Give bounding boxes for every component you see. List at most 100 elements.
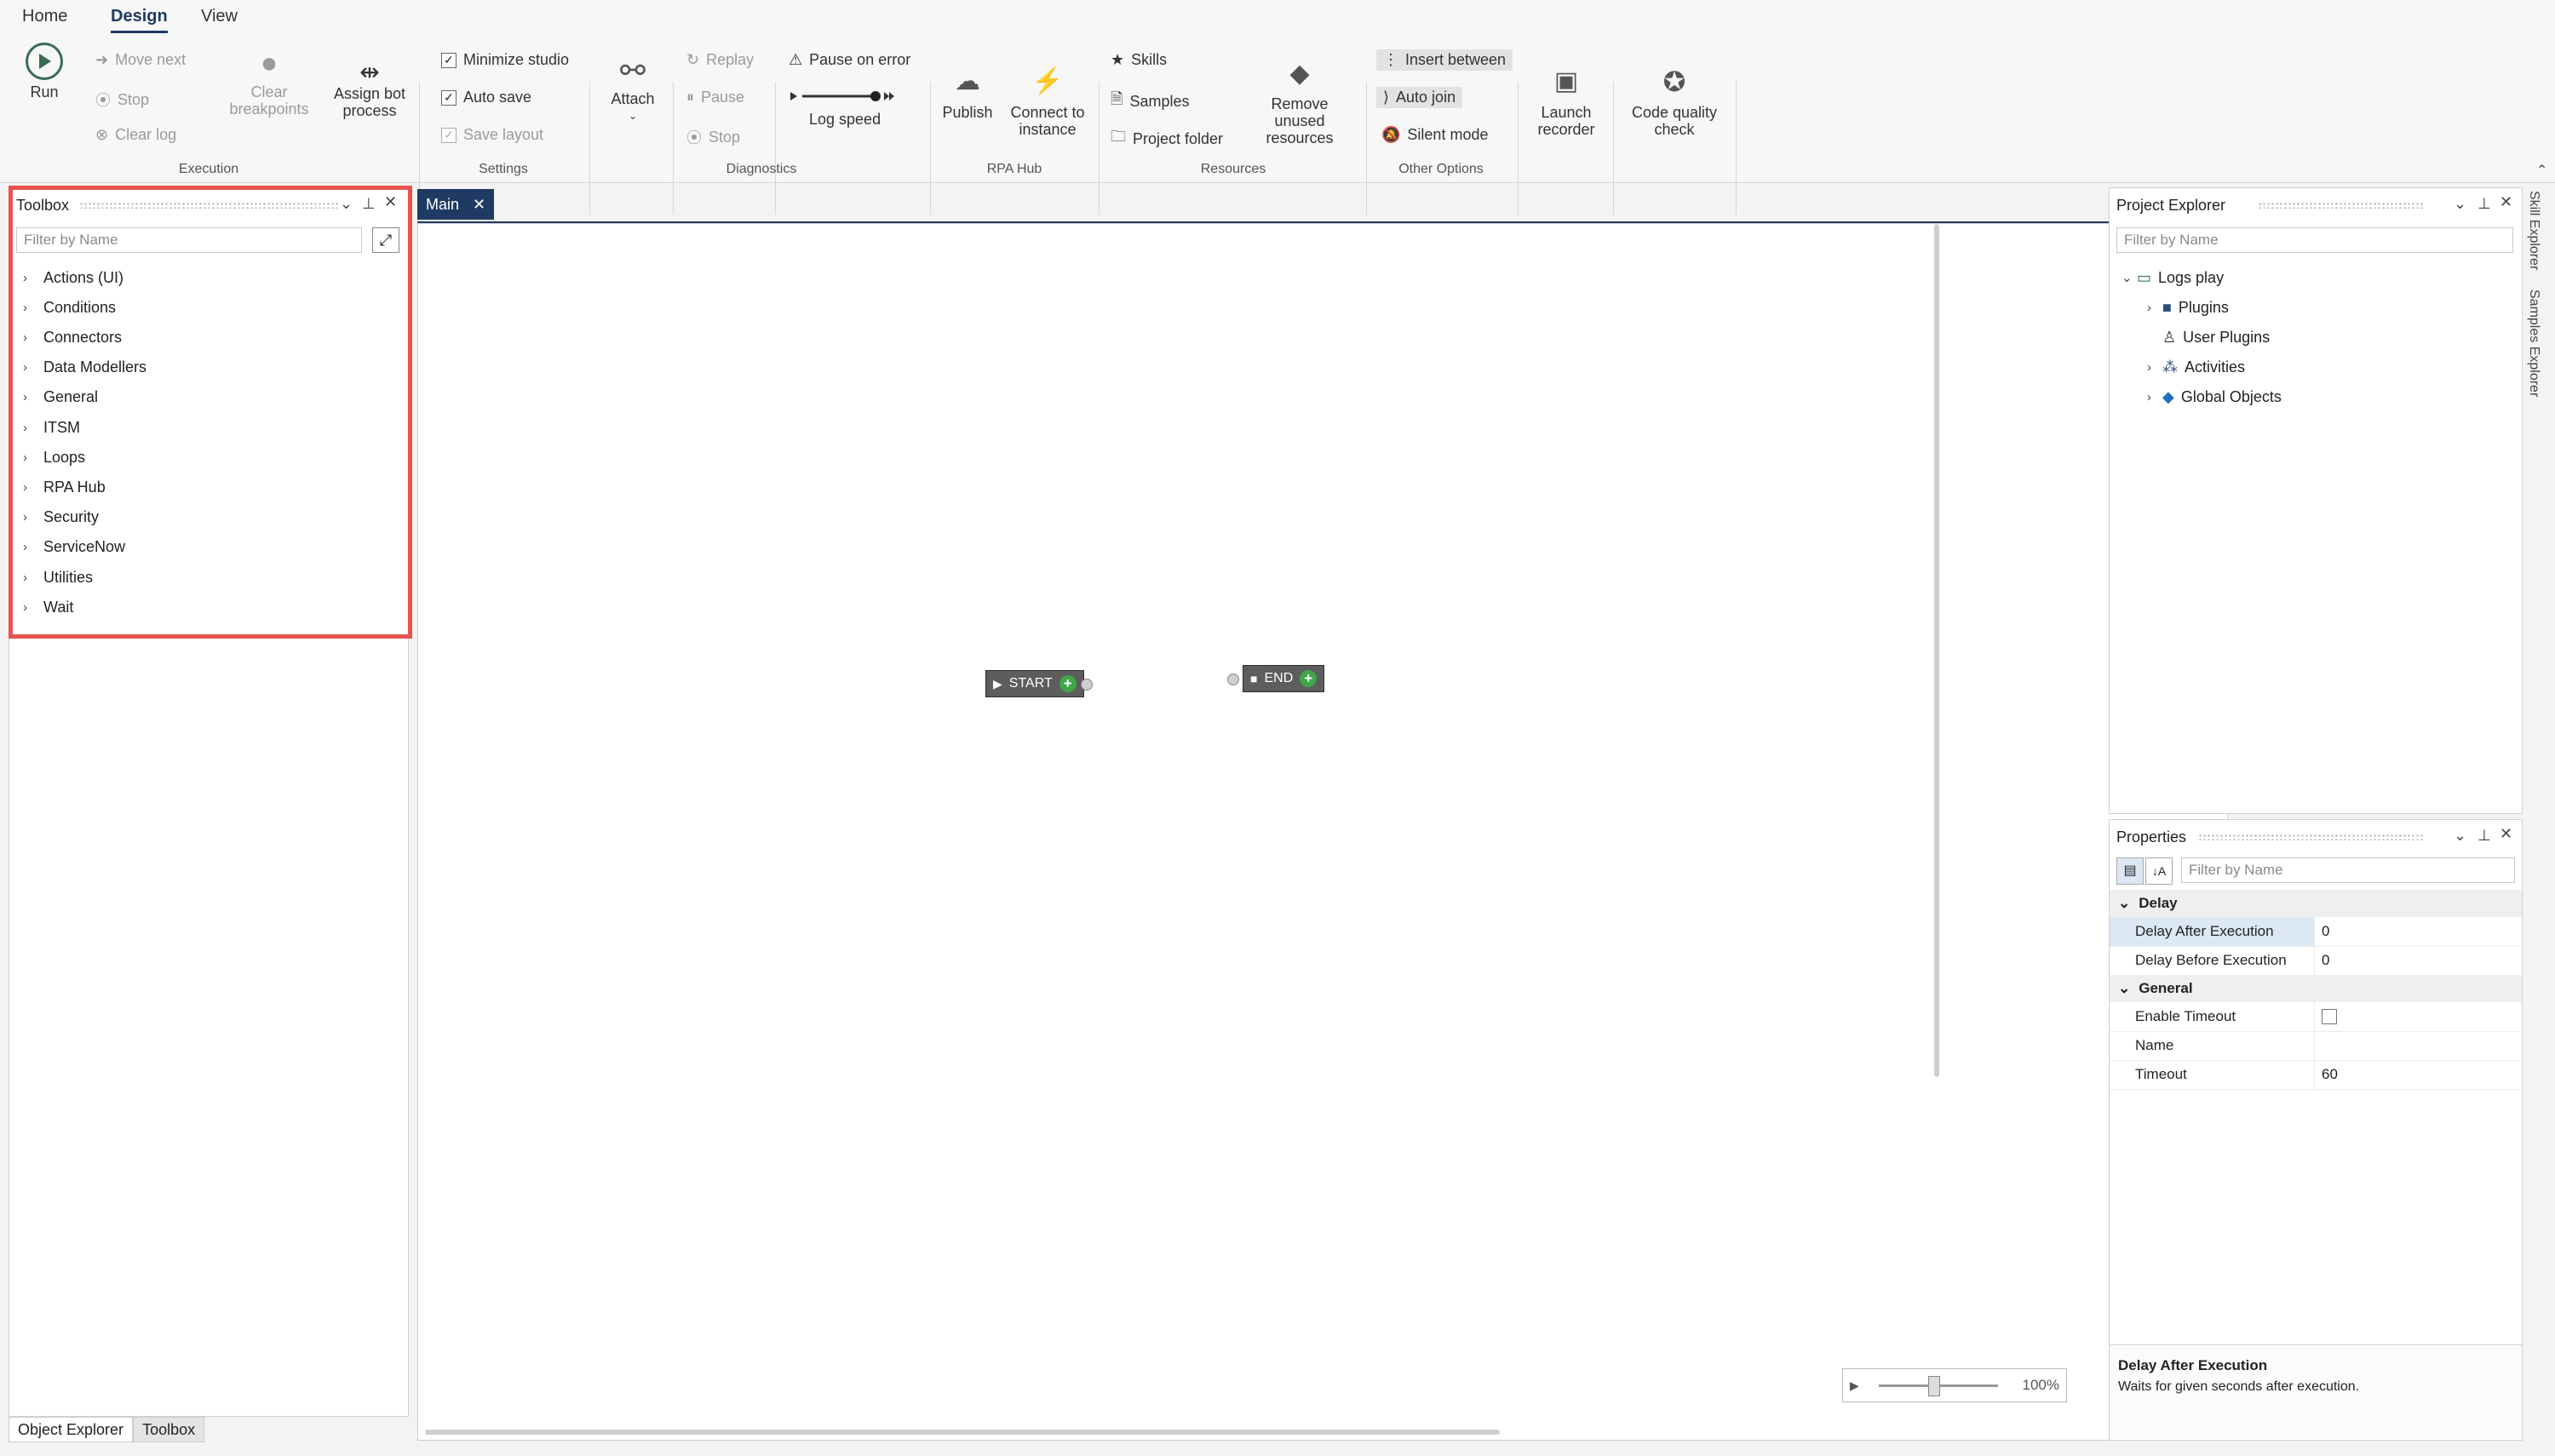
code-quality-check-button[interactable]: ✪ Code quality check [1622, 60, 1727, 138]
drag-grip[interactable] [2258, 202, 2425, 209]
prop-enable-timeout[interactable]: Enable Timeout [2110, 1002, 2522, 1032]
chevron-down-icon[interactable]: ⌄ [2122, 270, 2133, 285]
auto-join-toggle[interactable]: ⟩ Auto join [1376, 87, 1463, 108]
tree-item-plugins[interactable]: › ■ Plugins [2147, 295, 2229, 320]
sort-alpha-icon[interactable]: ↓A [2145, 857, 2173, 885]
vertical-scrollbar[interactable] [1934, 224, 1939, 1077]
tab-view[interactable]: View [201, 7, 238, 26]
project-folder-button[interactable]: 🗀 Project folder [1111, 126, 1223, 152]
chevron-down-icon[interactable]: ⌄ [2118, 895, 2130, 912]
silent-mode-toggle[interactable]: 🔕 Silent mode [1381, 126, 1488, 144]
end-node[interactable]: ■ END + [1243, 665, 1325, 692]
samples-button[interactable]: 🗎 Samples [1111, 89, 1190, 114]
pin-icon[interactable]: ⊥ [2477, 195, 2491, 213]
video-camera-icon: ▣ [1553, 67, 1579, 95]
chevron-right-icon[interactable]: › [2147, 360, 2156, 375]
prop-delay-before[interactable]: Delay Before Execution 0 [2110, 946, 2522, 976]
pin-icon[interactable]: ⊥ [2477, 827, 2491, 845]
categorized-icon[interactable]: ▤ [2116, 857, 2144, 885]
drag-grip[interactable] [2198, 834, 2425, 840]
tab-home[interactable]: Home [22, 7, 67, 26]
assign-bot-button[interactable]: ⇹ Assign bot process [327, 60, 412, 120]
bottom-tab-strip: Object Explorer Toolbox [9, 1417, 205, 1442]
category-delay[interactable]: ⌄ Delay [2110, 890, 2522, 917]
connect-instance-button[interactable]: ⚡ Connect to instance [1003, 60, 1092, 138]
enable-timeout-checkbox[interactable] [2322, 1009, 2337, 1024]
close-icon[interactable]: ✕ [473, 196, 485, 214]
prop-name: Timeout [2135, 1066, 2187, 1082]
save-layout-label: Save layout [463, 126, 544, 143]
paperclip-icon: ⚯ [619, 53, 646, 88]
join-icon: ⟩ [1383, 89, 1390, 106]
dropdown-icon[interactable]: ⌄ [2454, 827, 2466, 845]
chevron-down-icon[interactable]: ⌄ [2118, 980, 2130, 997]
tab-toolbox[interactable]: Toolbox [133, 1417, 205, 1442]
close-icon[interactable]: ✕ [2500, 825, 2512, 843]
skills-button[interactable]: ★ Skills [1111, 51, 1167, 69]
chevron-down-icon: ⌄ [628, 110, 638, 122]
prop-name: Enable Timeout [2135, 1008, 2236, 1024]
clear-breakpoints-button[interactable]: ● Clear breakpoints [220, 44, 319, 118]
prop-timeout[interactable]: Timeout 60 [2110, 1060, 2522, 1090]
start-node[interactable]: ▶ START + [985, 670, 1084, 697]
pause-on-error-toggle[interactable]: ⚠ Pause on error [789, 51, 910, 69]
tree-item-activities[interactable]: › ⁂ Activities [2147, 354, 2245, 380]
category-general[interactable]: ⌄ General [2110, 975, 2522, 1002]
play-icon[interactable]: ▶ [1850, 1379, 1859, 1393]
star-icon: ★ [1111, 51, 1125, 68]
prop-value[interactable] [2314, 1002, 2522, 1031]
add-icon[interactable]: + [1300, 670, 1318, 687]
horizontal-scrollbar[interactable] [425, 1430, 1500, 1435]
properties-title: Properties [2116, 828, 2187, 846]
publish-button[interactable]: ☁ Publish [939, 60, 996, 121]
stop-label: Stop [118, 90, 150, 108]
end-input-port[interactable] [1227, 674, 1239, 685]
project-filter-input[interactable] [2116, 227, 2513, 253]
workflow-canvas[interactable]: ▶ START + ■ END + ▶ 100% [417, 223, 2228, 1441]
prop-value[interactable] [2314, 1031, 2522, 1060]
tree-root-logs-play[interactable]: ⌄ ▭ Logs play [2122, 265, 2224, 290]
tab-skill-explorer[interactable]: Skill Explorer [2526, 191, 2541, 270]
close-icon[interactable]: ✕ [2500, 193, 2512, 211]
save-layout-checkbox[interactable]: ✓ Save layout [441, 126, 543, 144]
clear-log-button[interactable]: ⊗ Clear log [95, 126, 176, 144]
minimize-studio-checkbox[interactable]: ✓ Minimize studio [441, 51, 569, 69]
run-button[interactable]: Run [19, 43, 70, 100]
stop-button[interactable]: ⦿ Stop [95, 89, 149, 111]
prop-value[interactable]: 0 [2314, 946, 2522, 975]
prop-delay-after[interactable]: Delay After Execution 0 [2110, 917, 2522, 947]
attach-button[interactable]: ⚯ Attach ⌄ [600, 51, 666, 124]
tab-main[interactable]: Main ✕ [417, 189, 495, 220]
prop-name-field[interactable]: Name [2110, 1031, 2522, 1061]
remove-resources-icon: ◆ [1289, 60, 1310, 88]
play-circle-icon [26, 43, 63, 80]
insert-between-toggle[interactable]: ⋮ Insert between [1376, 49, 1513, 71]
move-next-button[interactable]: ➜ Move next [95, 51, 186, 69]
tree-item-user-plugins[interactable]: ♙ User Plugins [2162, 324, 2270, 350]
tab-object-explorer[interactable]: Object Explorer [9, 1417, 134, 1442]
launch-recorder-button[interactable]: ▣ Launch recorder [1526, 60, 1606, 138]
properties-filter-input[interactable] [2181, 857, 2515, 883]
chevron-right-icon[interactable]: › [2147, 301, 2156, 315]
tab-samples-explorer[interactable]: Samples Explorer [2526, 289, 2541, 397]
tree-item-label: Activities [2185, 358, 2246, 375]
dropdown-icon[interactable]: ⌄ [2454, 195, 2466, 213]
remove-unused-resources-button[interactable]: ◆ Remove unused resources [1240, 53, 1359, 146]
chevron-right-icon[interactable]: › [2147, 390, 2156, 404]
start-output-port[interactable] [1081, 679, 1093, 691]
group-label-execution: Execution [178, 162, 239, 176]
pause-button[interactable]: ⏸ Pause [686, 89, 744, 106]
tree-item-global-objects[interactable]: › ◆ Global Objects [2147, 384, 2282, 410]
add-icon[interactable]: + [1059, 675, 1077, 692]
prop-value[interactable]: 60 [2314, 1060, 2522, 1089]
tab-design[interactable]: Design [111, 7, 168, 33]
collapse-ribbon-icon[interactable]: ⌃ [2536, 162, 2547, 179]
diag-stop-button[interactable]: ⦿ Stop [686, 126, 740, 148]
log-speed-slider[interactable] [790, 90, 896, 102]
auto-save-checkbox[interactable]: ✓ Auto save [441, 89, 531, 106]
tree-item-label: Plugins [2178, 298, 2229, 316]
zoom-slider-thumb[interactable] [1928, 1376, 1940, 1396]
prop-value[interactable]: 0 [2314, 917, 2522, 946]
remove-unused-label: Remove unused resources [1266, 95, 1334, 146]
replay-button[interactable]: ↻ Replay [686, 51, 754, 69]
